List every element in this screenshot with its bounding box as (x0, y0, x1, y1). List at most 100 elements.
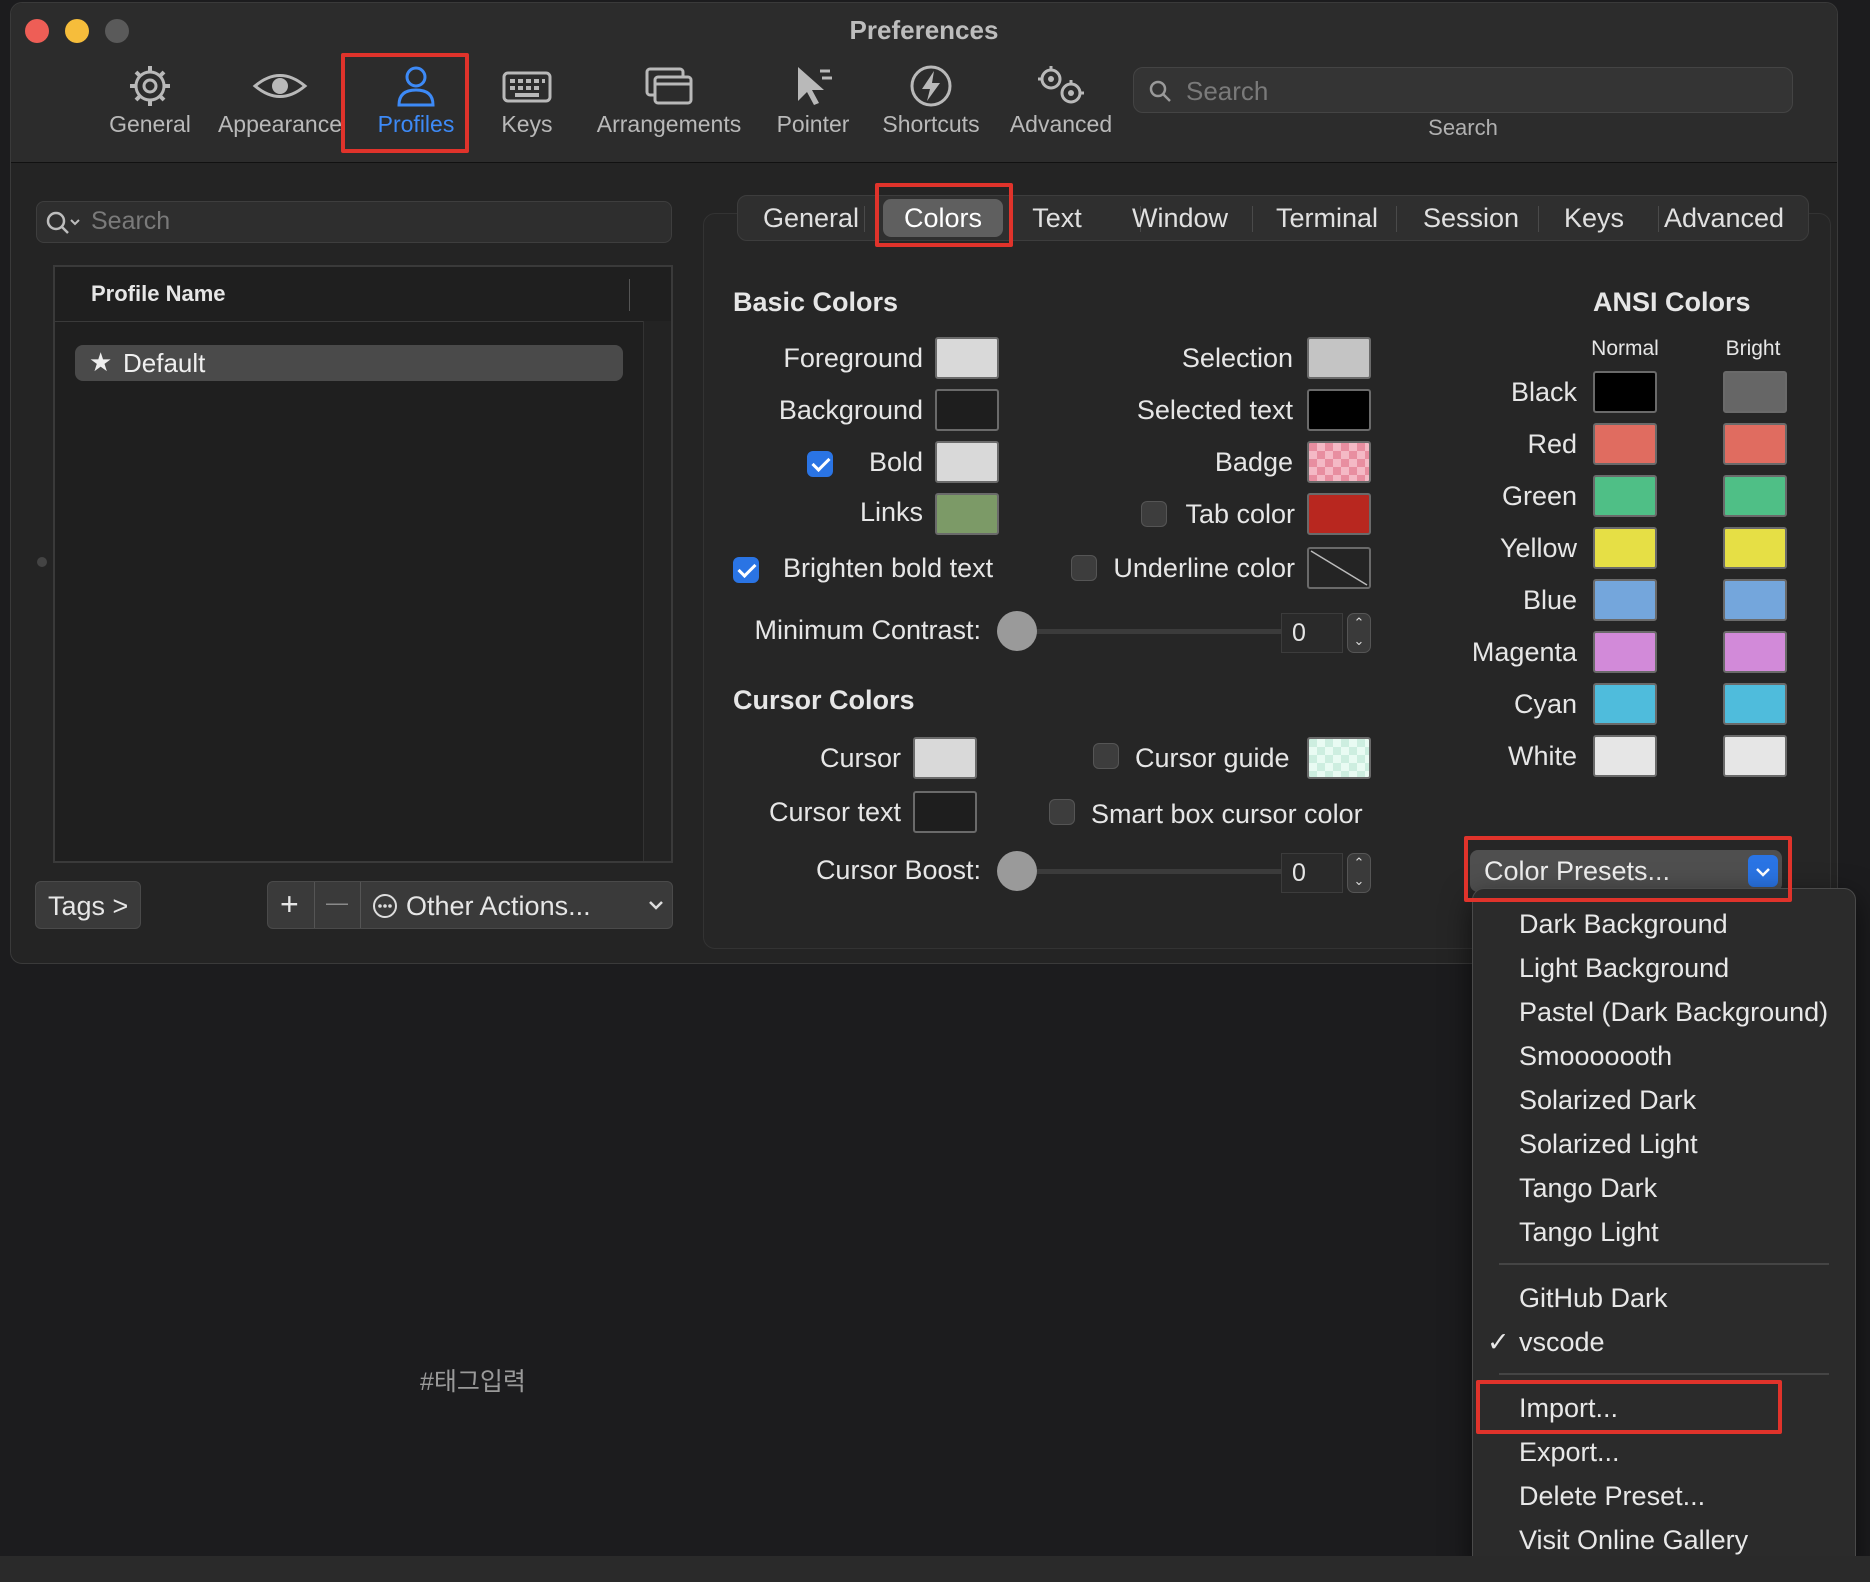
ansi-black-bright-well[interactable] (1723, 371, 1787, 413)
toolbar-label: Arrangements (596, 111, 742, 137)
tab-terminal[interactable]: Terminal (1257, 201, 1397, 235)
tag-input-text[interactable]: #태그입력 (420, 1362, 526, 1398)
chevron-down-icon (649, 901, 663, 910)
cursor-boost-slider[interactable] (997, 851, 1037, 891)
tab-general[interactable]: General (751, 201, 871, 235)
tab-text[interactable]: Text (1015, 201, 1099, 235)
header-divider (55, 321, 651, 322)
badge-color-well[interactable] (1307, 441, 1371, 483)
selection-label: Selection (1181, 343, 1293, 373)
remove-profile-button[interactable]: — (326, 890, 348, 916)
underline-color-checkbox[interactable] (1071, 555, 1097, 581)
toolbar-shortcuts[interactable]: Shortcuts (873, 63, 989, 153)
selection-color-well[interactable] (1307, 337, 1371, 379)
ansi-black-label: Black (1510, 377, 1577, 407)
ansi-white-bright-well[interactable] (1723, 735, 1787, 777)
cursor-color-well[interactable] (913, 737, 977, 779)
menu-item-tango-dark[interactable]: Tango Dark (1519, 1173, 1657, 1204)
add-profile-button[interactable]: + (280, 886, 299, 923)
cursor-guide-color-well[interactable] (1307, 737, 1371, 779)
menu-item-vscode[interactable]: vscode (1519, 1327, 1605, 1358)
links-label: Links (859, 497, 923, 527)
eye-icon (252, 74, 308, 98)
ansi-cyan-normal-well[interactable] (1593, 683, 1657, 725)
ansi-cyan-bright-well[interactable] (1723, 683, 1787, 725)
cursor-text-color-well[interactable] (913, 791, 977, 833)
menu-item-tango-light[interactable]: Tango Light (1519, 1217, 1659, 1248)
smart-box-cursor-checkbox[interactable] (1049, 799, 1075, 825)
list-scrollbar[interactable] (643, 321, 671, 861)
tab-keys[interactable]: Keys (1547, 201, 1641, 235)
foreground-label: Foreground (783, 343, 923, 373)
resize-handle[interactable] (37, 557, 47, 567)
underline-color-well[interactable] (1307, 547, 1371, 589)
ansi-red-bright-well[interactable] (1723, 423, 1787, 465)
bolt-icon (910, 65, 952, 107)
column-header-profile-name[interactable]: Profile Name (91, 281, 226, 307)
tags-button-label: Tags > (48, 891, 129, 921)
ansi-green-normal-well[interactable] (1593, 475, 1657, 517)
ansi-yellow-normal-well[interactable] (1593, 527, 1657, 569)
toolbar-general[interactable]: General (95, 63, 205, 153)
profile-search-input[interactable]: Search (36, 201, 672, 243)
toolbar-keys[interactable]: Keys (477, 63, 577, 153)
menu-item-delete-preset[interactable]: Delete Preset... (1519, 1481, 1705, 1512)
cursor-boost-track[interactable] (1007, 869, 1287, 874)
tab-window[interactable]: Window (1115, 201, 1245, 235)
other-actions-button[interactable]: Other Actions... (406, 891, 591, 922)
keyboard-icon (502, 71, 552, 103)
cursor-colors-heading: Cursor Colors (733, 685, 915, 715)
ansi-yellow-bright-well[interactable] (1723, 527, 1787, 569)
ansi-magenta-bright-well[interactable] (1723, 631, 1787, 673)
menu-item-light-background[interactable]: Light Background (1519, 953, 1729, 984)
toolbar-search-input[interactable]: Search (1133, 67, 1793, 113)
brighten-bold-checkbox[interactable] (733, 557, 759, 583)
toolbar-appearance[interactable]: Appearance (209, 63, 351, 153)
menu-item-visit-online-gallery[interactable]: Visit Online Gallery (1519, 1525, 1748, 1556)
menu-item-smooooooth[interactable]: Smooooooth (1519, 1041, 1672, 1072)
list-item-default[interactable]: ★ Default (75, 345, 623, 381)
menu-item-solarized-light[interactable]: Solarized Light (1519, 1129, 1698, 1160)
bold-color-well[interactable] (935, 441, 999, 483)
cursor-boost-stepper[interactable]: ⌃ ⌄ (1347, 853, 1371, 893)
tab-session[interactable]: Session (1403, 201, 1539, 235)
tab-color-well[interactable] (1307, 493, 1371, 535)
menu-item-dark-background[interactable]: Dark Background (1519, 909, 1728, 940)
ansi-magenta-normal-well[interactable] (1593, 631, 1657, 673)
menu-item-pastel-dark-background[interactable]: Pastel (Dark Background) (1519, 997, 1828, 1028)
ansi-green-bright-well[interactable] (1723, 475, 1787, 517)
toolbar-label: Shortcuts (882, 111, 980, 137)
tab-color-checkbox[interactable] (1141, 501, 1167, 527)
toolbar-label: General (109, 111, 191, 137)
ansi-white-normal-well[interactable] (1593, 735, 1657, 777)
selected-text-color-well[interactable] (1307, 389, 1371, 431)
ansi-blue-bright-well[interactable] (1723, 579, 1787, 621)
minimum-contrast-slider[interactable] (997, 611, 1037, 651)
cursor-guide-checkbox[interactable] (1093, 743, 1119, 769)
search-placeholder: Search (1186, 76, 1269, 106)
toolbar-arrangements[interactable]: Arrangements (587, 63, 751, 153)
color-presets-menu: Dark Background Light Background Pastel … (1472, 888, 1856, 1570)
ansi-red-normal-well[interactable] (1593, 423, 1657, 465)
minimum-contrast-field[interactable]: 0 (1281, 613, 1343, 653)
cursor-boost-field[interactable]: 0 (1281, 853, 1343, 893)
menu-item-solarized-dark[interactable]: Solarized Dark (1519, 1085, 1696, 1116)
bold-checkbox[interactable] (807, 451, 833, 477)
ansi-blue-normal-well[interactable] (1593, 579, 1657, 621)
ansi-blue-label: Blue (1522, 585, 1577, 615)
minimum-contrast-stepper[interactable]: ⌃ ⌄ (1347, 613, 1371, 653)
divider (360, 882, 361, 928)
toolbar-advanced[interactable]: Advanced (1001, 63, 1121, 153)
toolbar-pointer[interactable]: Pointer (765, 63, 861, 153)
menu-item-export[interactable]: Export... (1519, 1437, 1620, 1468)
tags-button[interactable]: Tags > (35, 881, 141, 929)
background-color-well[interactable] (935, 389, 999, 431)
minimum-contrast-track[interactable] (1007, 629, 1287, 634)
foreground-color-well[interactable] (935, 337, 999, 379)
menu-item-github-dark[interactable]: GitHub Dark (1519, 1283, 1668, 1314)
tab-advanced[interactable]: Advanced (1649, 201, 1799, 235)
highlight-import (1476, 1380, 1782, 1434)
links-color-well[interactable] (935, 493, 999, 535)
ansi-black-normal-well[interactable] (1593, 371, 1657, 413)
search-icon (46, 211, 80, 234)
